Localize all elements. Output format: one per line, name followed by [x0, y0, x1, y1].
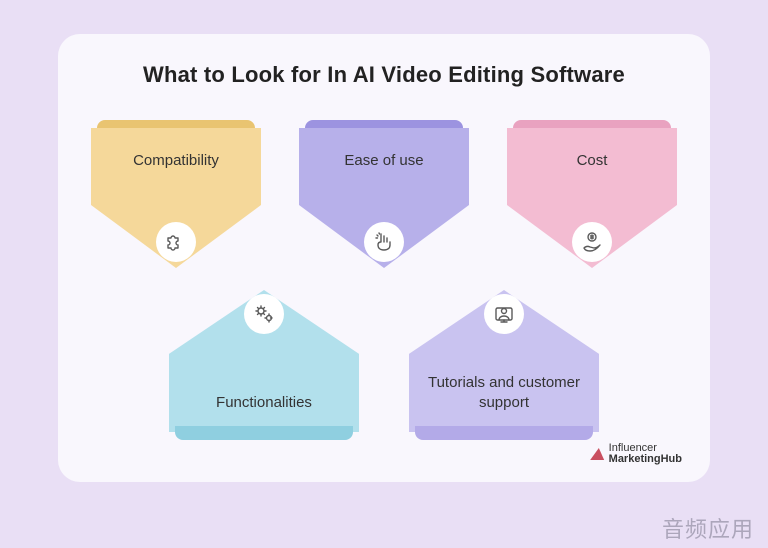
puzzle-icon: [164, 230, 188, 254]
item-ease-of-use: Ease of use: [299, 120, 469, 268]
icon-circle: [244, 294, 284, 334]
item-tutorials-support: Tutorials and customer support: [409, 290, 599, 440]
row-2: Functionalities Tutorials and customer s…: [88, 290, 680, 440]
icon-circle: [572, 222, 612, 262]
flap: [175, 426, 353, 440]
item-label: Tutorials and customer support: [409, 373, 599, 412]
icon-circle: [156, 222, 196, 262]
hand-coin-icon: [580, 230, 604, 254]
icon-circle: [484, 294, 524, 334]
icon-circle: [364, 222, 404, 262]
item-label: Ease of use: [344, 152, 423, 169]
support-agent-icon: [492, 302, 516, 326]
item-cost: Cost: [507, 120, 677, 268]
page-title: What to Look for In AI Video Editing Sof…: [88, 62, 680, 88]
item-label: Compatibility: [133, 152, 219, 169]
infographic-card: What to Look for In AI Video Editing Sof…: [58, 34, 710, 482]
item-label: Functionalities: [204, 393, 324, 413]
logo-line1: Influencer: [609, 442, 657, 454]
snap-icon: [372, 230, 396, 254]
brand-logo: Influencer MarketingHub: [591, 443, 682, 466]
gears-icon: [252, 302, 276, 326]
item-functionalities: Functionalities: [169, 290, 359, 440]
item-compatibility: Compatibility: [91, 120, 261, 268]
logo-mark-icon: [590, 448, 606, 460]
row-1: Compatibility Ease of use: [88, 120, 680, 268]
watermark: 音频应用: [662, 512, 754, 544]
logo-text: Influencer MarketingHub: [609, 443, 682, 466]
flap: [415, 426, 593, 440]
item-label: Cost: [577, 152, 608, 169]
logo-line2: MarketingHub: [609, 453, 682, 465]
